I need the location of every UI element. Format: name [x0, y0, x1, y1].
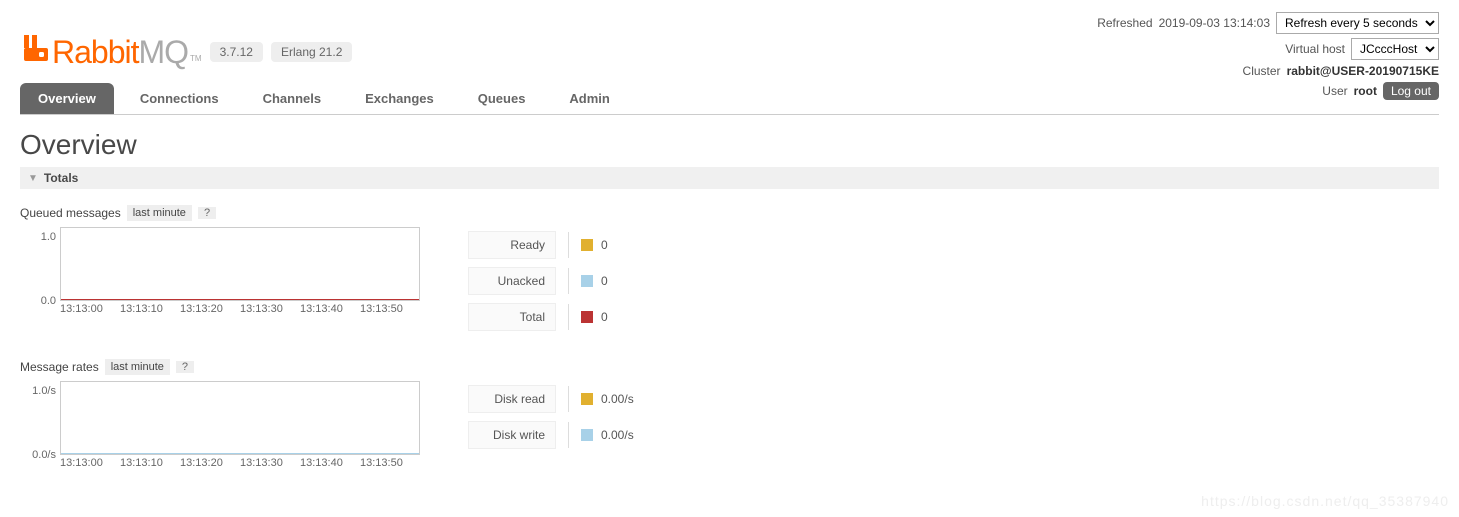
swatch-ready — [581, 239, 593, 251]
legend-diskwrite: Disk write 0.00/s — [468, 421, 634, 449]
swatch-total — [581, 311, 593, 323]
legend-unacked-value: 0 — [601, 274, 608, 288]
erlang-pill: Erlang 21.2 — [271, 42, 352, 62]
cluster-value: rabbit@USER-20190715KE — [1287, 64, 1439, 78]
rabbit-icon — [20, 33, 50, 63]
rates-ybot: 0.0/s — [20, 449, 56, 461]
rates-legend: Disk read 0.00/s Disk write 0.00/s — [468, 381, 634, 449]
legend-unacked: Unacked 0 — [468, 267, 608, 295]
user-label: User — [1322, 84, 1347, 98]
legend-diskwrite-value: 0.00/s — [601, 428, 634, 442]
logo-text-rabbit: Rabbit — [52, 34, 139, 71]
vhost-label: Virtual host — [1285, 42, 1345, 56]
legend-ready: Ready 0 — [468, 231, 608, 259]
legend-total: Total 0 — [468, 303, 608, 331]
legend-diskread: Disk read 0.00/s — [468, 385, 634, 413]
page-title: Overview — [20, 129, 1439, 161]
swatch-diskwrite — [581, 429, 593, 441]
queued-plot-line — [61, 299, 419, 300]
legend-diskread-value: 0.00/s — [601, 392, 634, 406]
legend-diskwrite-button[interactable]: Disk write — [468, 421, 556, 449]
section-totals-title: Totals — [44, 171, 78, 185]
queued-ytop: 1.0 — [20, 221, 56, 243]
logout-button[interactable]: Log out — [1383, 82, 1439, 100]
queued-ybot: 0.0 — [20, 295, 56, 307]
legend-diskread-button[interactable]: Disk read — [468, 385, 556, 413]
queued-help[interactable]: ? — [198, 207, 216, 219]
swatch-unacked — [581, 275, 593, 287]
queued-xaxis: 13:13:00 13:13:10 13:13:20 13:13:30 13:1… — [20, 303, 420, 315]
logo-text-mq: MQ — [139, 34, 189, 71]
queued-range[interactable]: last minute — [127, 205, 192, 221]
queued-label: Queued messages — [20, 206, 121, 220]
user-value: root — [1354, 84, 1377, 98]
watermark: https://blog.csdn.net/qq_35387940 — [1201, 493, 1449, 509]
rates-range[interactable]: last minute — [105, 359, 170, 375]
queued-legend: Ready 0 Unacked 0 Total 0 — [468, 227, 608, 331]
legend-unacked-button[interactable]: Unacked — [468, 267, 556, 295]
rates-chart: 1.0/s 0.0/s 13:13:00 13:13:10 13:13:20 1… — [20, 381, 420, 469]
section-totals-header[interactable]: ▼ Totals — [20, 167, 1439, 189]
refresh-select[interactable]: Refresh every 5 seconds — [1276, 12, 1439, 34]
rates-plot-line — [61, 453, 419, 454]
refreshed-label: Refreshed — [1097, 16, 1152, 30]
legend-total-button[interactable]: Total — [468, 303, 556, 331]
queued-chart: 1.0 0.0 13:13:00 13:13:10 13:13:20 13:13… — [20, 227, 420, 315]
legend-ready-button[interactable]: Ready — [468, 231, 556, 259]
cluster-label: Cluster — [1243, 64, 1281, 78]
legend-total-value: 0 — [601, 310, 608, 324]
rates-help[interactable]: ? — [176, 361, 194, 373]
rates-xaxis: 13:13:00 13:13:10 13:13:20 13:13:30 13:1… — [20, 457, 420, 469]
logo-tm: TM — [190, 54, 202, 63]
rates-label: Message rates — [20, 360, 99, 374]
version-pill: 3.7.12 — [210, 42, 263, 62]
legend-ready-value: 0 — [601, 238, 608, 252]
rates-ytop: 1.0/s — [20, 375, 56, 397]
vhost-select[interactable]: JCcccHost — [1351, 38, 1439, 60]
swatch-diskread — [581, 393, 593, 405]
rabbitmq-logo: RabbitMQ TM — [20, 33, 202, 71]
refreshed-time: 2019-09-03 13:14:03 — [1159, 16, 1270, 30]
chevron-down-icon: ▼ — [28, 173, 38, 184]
